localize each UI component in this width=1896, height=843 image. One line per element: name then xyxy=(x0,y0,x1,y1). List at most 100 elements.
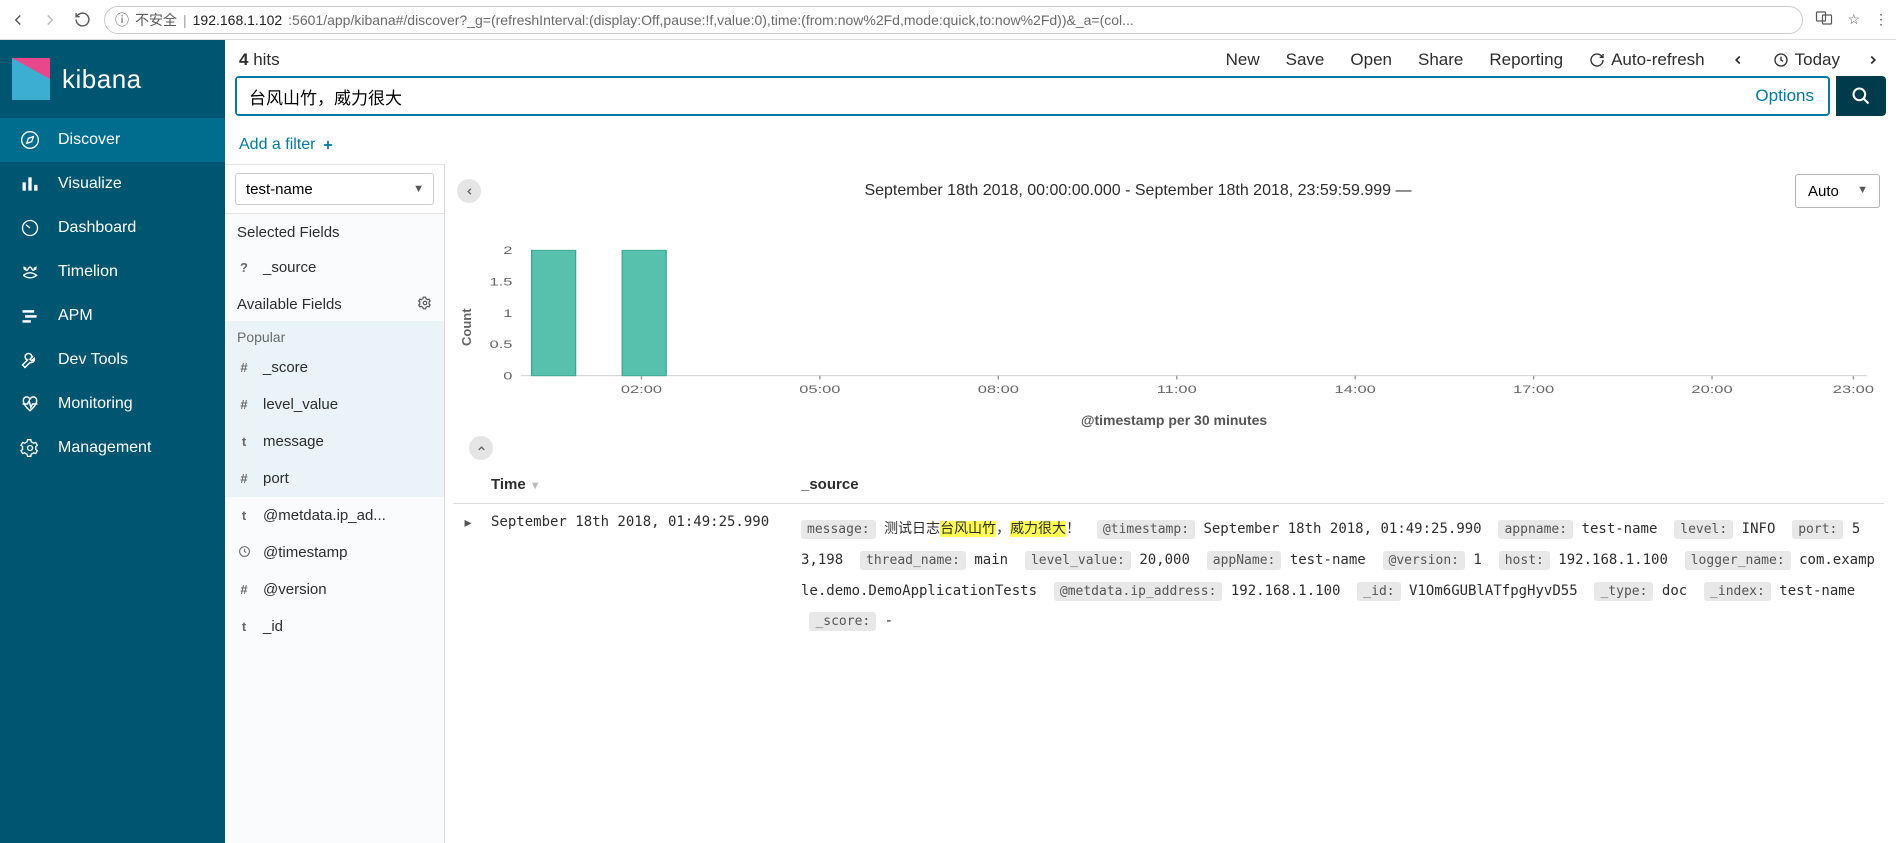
plus-icon xyxy=(321,138,335,152)
svg-text:23:00: 23:00 xyxy=(1833,383,1874,396)
browser-forward-button[interactable] xyxy=(40,10,60,30)
nav-label: Monitoring xyxy=(58,395,133,413)
results-panel: September 18th 2018, 00:00:00.000 - Sept… xyxy=(445,164,1896,843)
field-port[interactable]: #port xyxy=(225,460,444,497)
field-version[interactable]: #@version xyxy=(225,571,444,608)
search-bar: Options xyxy=(235,76,1830,116)
svg-text:02:00: 02:00 xyxy=(621,383,662,396)
nav-visualize[interactable]: Visualize xyxy=(0,162,225,206)
action-open[interactable]: Open xyxy=(1350,50,1392,70)
main-content: 4 hits New Save Open Share Reporting Aut… xyxy=(225,40,1896,843)
action-share[interactable]: Share xyxy=(1418,50,1463,70)
browser-reload-button[interactable] xyxy=(72,10,92,30)
field-message[interactable]: tmessage xyxy=(225,423,444,460)
nav-monitoring[interactable]: Monitoring xyxy=(0,382,225,426)
search-icon xyxy=(1851,86,1871,106)
svg-text:2: 2 xyxy=(503,244,512,257)
scroll-top-button[interactable] xyxy=(469,436,493,460)
fields-sidebar: test-name ▼ Selected Fields ?_source Ava… xyxy=(225,164,445,843)
time-next-button[interactable] xyxy=(1866,53,1882,67)
search-input[interactable] xyxy=(237,78,1741,114)
gear-icon xyxy=(20,438,40,458)
timelion-icon xyxy=(20,262,40,282)
svg-text:0: 0 xyxy=(503,370,512,383)
nav-timelion[interactable]: Timelion xyxy=(0,250,225,294)
bookmark-star-icon[interactable]: ☆ xyxy=(1847,11,1860,28)
nav-apm[interactable]: APM xyxy=(0,294,225,338)
compass-icon xyxy=(20,130,40,150)
timepicker-button[interactable]: Today xyxy=(1773,50,1840,70)
index-pattern-select[interactable]: test-name xyxy=(235,173,434,205)
action-save[interactable]: Save xyxy=(1286,50,1325,70)
browser-url-bar[interactable]: ⓘ 不安全 | 192.168.1.102:5601/app/kibana#/d… xyxy=(104,6,1803,34)
svg-text:20:00: 20:00 xyxy=(1691,383,1732,396)
type-date-icon xyxy=(237,545,251,561)
nav-label: Visualize xyxy=(58,175,122,193)
fields-settings-button[interactable] xyxy=(418,296,432,313)
type-number-icon: # xyxy=(237,397,251,412)
popular-label: Popular xyxy=(225,321,444,349)
heartbeat-icon xyxy=(20,394,40,414)
selected-fields-header: Selected Fields xyxy=(225,214,444,249)
cell-source: message: 测试日志台风山竹，威力很大！ @timestamp: Sept… xyxy=(793,504,1884,648)
field-level-value[interactable]: #level_value xyxy=(225,386,444,423)
wrench-icon xyxy=(20,350,40,370)
histogram-svg[interactable]: 0 0.5 1 1.5 2 0 xyxy=(474,218,1874,408)
nav-management[interactable]: Management xyxy=(0,426,225,470)
sort-desc-icon: ▼ xyxy=(530,480,541,492)
type-unknown-icon: ? xyxy=(237,260,251,275)
cell-time: September 18th 2018, 01:49:25.990 xyxy=(483,504,793,648)
search-options-link[interactable]: Options xyxy=(1741,86,1828,106)
browser-toolbar: ⓘ 不安全 | 192.168.1.102:5601/app/kibana#/d… xyxy=(0,0,1896,40)
svg-text:1.5: 1.5 xyxy=(490,276,513,289)
field-score[interactable]: #_score xyxy=(225,349,444,386)
info-icon: ⓘ xyxy=(115,10,129,30)
field-id[interactable]: t_id xyxy=(225,608,444,645)
nav-discover[interactable]: Discover xyxy=(0,118,225,162)
action-reporting[interactable]: Reporting xyxy=(1489,50,1563,70)
add-filter-button[interactable]: Add a filter xyxy=(239,136,335,154)
action-new[interactable]: New xyxy=(1226,50,1260,70)
insecure-label: 不安全 xyxy=(135,10,177,30)
nav-label: Dashboard xyxy=(58,219,136,237)
expand-row-button[interactable]: ▸ xyxy=(453,504,483,648)
nav-label: Management xyxy=(58,439,151,457)
nav-dashboard[interactable]: Dashboard xyxy=(0,206,225,250)
action-autorefresh[interactable]: Auto-refresh xyxy=(1589,50,1705,70)
time-prev-button[interactable] xyxy=(1731,53,1747,67)
col-time[interactable]: Time▼ xyxy=(483,466,793,504)
svg-text:14:00: 14:00 xyxy=(1335,383,1376,396)
type-string-icon: t xyxy=(237,434,251,449)
svg-text:08:00: 08:00 xyxy=(978,383,1019,396)
browser-menu-icon[interactable]: ⋮ xyxy=(1874,11,1888,28)
translate-icon[interactable] xyxy=(1815,9,1833,30)
svg-text:1: 1 xyxy=(503,307,512,320)
field-timestamp[interactable]: @timestamp xyxy=(225,534,444,571)
field-metdata-ip[interactable]: t@metdata.ip_ad... xyxy=(225,497,444,534)
nav-devtools[interactable]: Dev Tools xyxy=(0,338,225,382)
interval-select[interactable]: Auto xyxy=(1795,174,1880,208)
chart-ylabel: Count xyxy=(459,218,474,436)
type-number-icon: # xyxy=(237,471,251,486)
histogram-chart: Count 0 0.5 1 1.5 2 xyxy=(453,214,1884,436)
available-fields-header: Available Fields xyxy=(225,286,444,321)
svg-text:05:00: 05:00 xyxy=(799,383,840,396)
svg-text:17:00: 17:00 xyxy=(1513,383,1554,396)
bar-chart-icon xyxy=(20,174,40,194)
nav-label: Discover xyxy=(58,131,120,149)
type-number-icon: # xyxy=(237,582,251,597)
col-expand xyxy=(453,466,483,504)
type-number-icon: # xyxy=(237,360,251,375)
sidebar: kibana Discover Visualize Dashboard Time… xyxy=(0,40,225,843)
collapse-sidebar-button[interactable] xyxy=(457,179,481,203)
browser-back-button[interactable] xyxy=(8,10,28,30)
col-source[interactable]: _source xyxy=(793,466,1884,504)
svg-text:0.5: 0.5 xyxy=(490,338,513,351)
hit-count: 4 hits xyxy=(239,50,280,70)
app-logo[interactable]: kibana xyxy=(0,40,225,118)
clock-icon xyxy=(1773,52,1789,68)
svg-text:11:00: 11:00 xyxy=(1157,383,1197,396)
field-source[interactable]: ?_source xyxy=(225,249,444,286)
documents-table: Time▼ _source ▸ September 18th 2018, 01:… xyxy=(453,466,1884,647)
search-submit-button[interactable] xyxy=(1836,76,1886,116)
